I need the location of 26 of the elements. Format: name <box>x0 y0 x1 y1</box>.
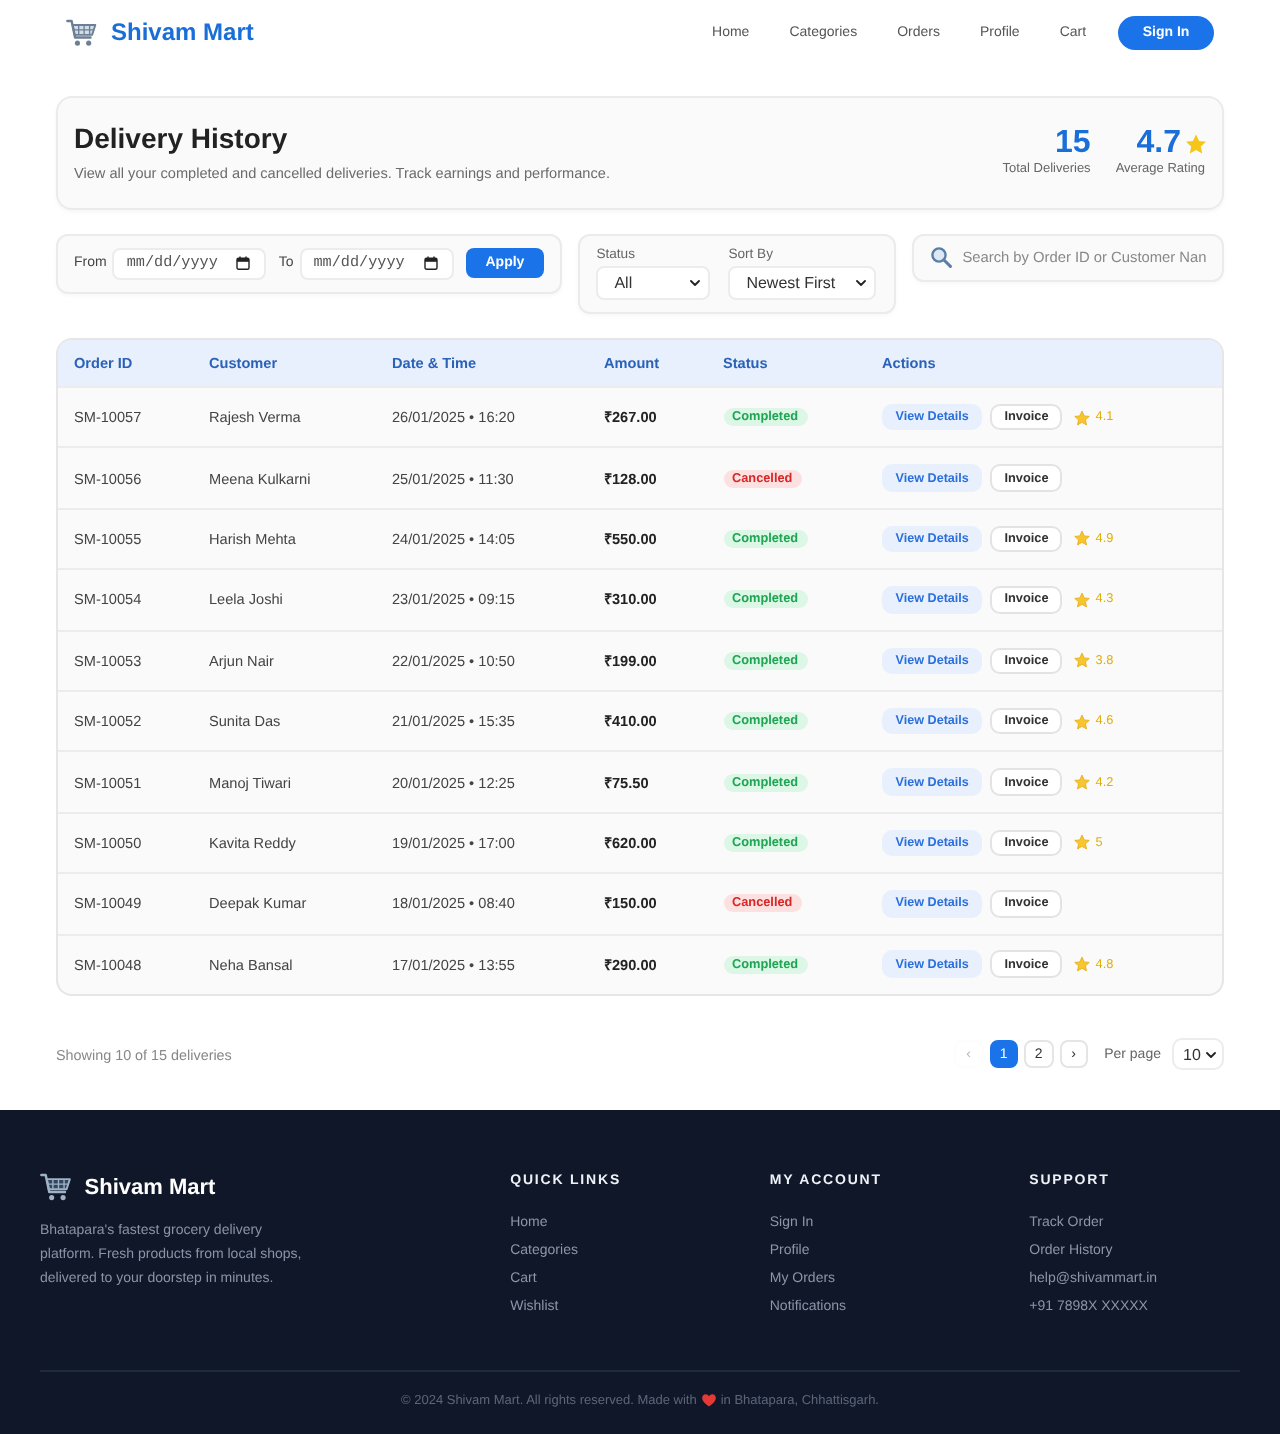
calendar-icon <box>236 256 251 271</box>
star-icon <box>1185 133 1205 154</box>
chevron-icon <box>856 279 867 286</box>
footer-brand-name: Shivam Mart <box>84 1175 216 1202</box>
star-icon <box>1074 713 1091 730</box>
per-page-dropdown[interactable]: 10 <box>1171 1037 1224 1071</box>
heart-icon <box>701 1394 716 1408</box>
stat-value: 4.7 <box>1136 125 1181 162</box>
star-icon <box>1074 591 1091 608</box>
star-icon <box>1074 834 1091 851</box>
brand-name[interactable]: Shivam Mart <box>111 18 254 48</box>
filter-dropdown[interactable]: All <box>596 266 711 299</box>
star-icon <box>1074 652 1091 669</box>
star-icon <box>1074 409 1091 426</box>
filter-dropdown[interactable]: Newest First <box>728 266 877 299</box>
chevron-icon <box>1206 1051 1216 1058</box>
calendar-icon <box>423 256 438 271</box>
page-title: Delivery History <box>74 121 290 153</box>
cart-icon <box>40 1172 73 1204</box>
chevron-icon <box>690 279 701 286</box>
cart-icon <box>66 18 98 48</box>
star-icon <box>1074 530 1091 547</box>
stat-value: 15 <box>1055 125 1091 162</box>
search-icon <box>929 246 952 269</box>
star-icon <box>1074 774 1091 791</box>
star-icon <box>1074 956 1091 973</box>
